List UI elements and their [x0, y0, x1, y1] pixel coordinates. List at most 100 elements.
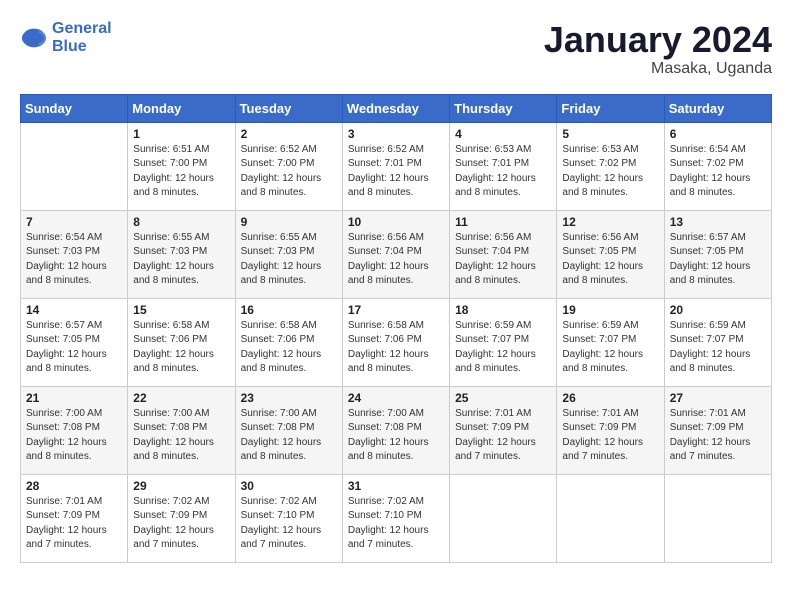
calendar-cell: 25 Sunrise: 7:01 AMSunset: 7:09 PMDayligh… [450, 386, 557, 474]
cell-info: Sunrise: 6:56 AMSunset: 7:05 PMDaylight:… [562, 232, 643, 287]
day-number: 31 [348, 479, 444, 493]
cell-info: Sunrise: 7:01 AMSunset: 7:09 PMDaylight:… [455, 408, 536, 463]
calendar-table: SundayMondayTuesdayWednesdayThursdayFrid… [20, 94, 772, 563]
title-block: January 2024 Masaka, Uganda [544, 20, 772, 78]
day-number: 2 [241, 127, 337, 141]
calendar-cell: 16Sunrise: 6:58 AMSunset: 7:06 PMDayligh… [235, 298, 342, 386]
calendar-cell: 24Sunrise: 7:00 AMSunset: 7:08 PMDayligh… [342, 386, 449, 474]
calendar-cell: 9 Sunrise: 6:55 AMSunset: 7:03 PMDaylight… [235, 210, 342, 298]
day-number: 12 [562, 215, 658, 229]
weekday-header: Tuesday [235, 94, 342, 122]
day-number: 7 [26, 215, 122, 229]
calendar-cell: 13Sunrise: 6:57 AMSunset: 7:05 PMDayligh… [664, 210, 771, 298]
calendar-cell: 14 Sunrise: 6:57 AMSunset: 7:05 PMDayligh… [21, 298, 128, 386]
day-number: 19 [562, 303, 658, 317]
calendar-cell: 4 Sunrise: 6:53 AMSunset: 7:01 PMDaylight… [450, 122, 557, 210]
calendar-cell: 30 Sunrise: 7:02 AMSunset: 7:10 PMDayligh… [235, 474, 342, 562]
calendar-cell: 29 Sunrise: 7:02 AMSunset: 7:09 PMDayligh… [128, 474, 235, 562]
weekday-header: Friday [557, 94, 664, 122]
calendar-cell: 12 Sunrise: 6:56 AMSunset: 7:05 PMDayligh… [557, 210, 664, 298]
calendar-cell: 19 Sunrise: 6:59 AMSunset: 7:07 PMDayligh… [557, 298, 664, 386]
calendar-cell: 8 Sunrise: 6:55 AMSunset: 7:03 PMDaylight… [128, 210, 235, 298]
calendar-cell [664, 474, 771, 562]
cell-info: Sunrise: 6:52 AMSunset: 7:01 PMDaylight:… [348, 144, 429, 199]
cell-info: Sunrise: 6:57 AMSunset: 7:05 PMDaylight:… [670, 232, 751, 287]
location: Masaka, Uganda [544, 60, 772, 78]
day-number: 6 [670, 127, 766, 141]
calendar-week-row: 7 Sunrise: 6:54 AMSunset: 7:03 PMDaylight… [21, 210, 772, 298]
day-number: 25 [455, 391, 551, 405]
logo: General Blue [20, 20, 112, 55]
day-number: 22 [133, 391, 229, 405]
cell-info: Sunrise: 6:58 AMSunset: 7:06 PMDaylight:… [241, 320, 322, 375]
day-number: 1 [133, 127, 229, 141]
cell-info: Sunrise: 7:02 AMSunset: 7:09 PMDaylight:… [133, 496, 214, 551]
cell-info: Sunrise: 7:01 AMSunset: 7:09 PMDaylight:… [26, 496, 107, 551]
cell-info: Sunrise: 6:54 AMSunset: 7:03 PMDaylight:… [26, 232, 107, 287]
calendar-cell: 17Sunrise: 6:58 AMSunset: 7:06 PMDayligh… [342, 298, 449, 386]
calendar-cell: 1Sunrise: 6:51 AMSunset: 7:00 PMDaylight… [128, 122, 235, 210]
day-number: 9 [241, 215, 337, 229]
month-title: January 2024 [544, 20, 772, 60]
day-number: 28 [26, 479, 122, 493]
day-number: 23 [241, 391, 337, 405]
cell-info: Sunrise: 7:02 AMSunset: 7:10 PMDaylight:… [348, 496, 429, 551]
calendar-body: 1Sunrise: 6:51 AMSunset: 7:00 PMDaylight… [21, 122, 772, 562]
day-number: 11 [455, 215, 551, 229]
day-number: 29 [133, 479, 229, 493]
day-number: 27 [670, 391, 766, 405]
cell-info: Sunrise: 6:59 AMSunset: 7:07 PMDaylight:… [562, 320, 643, 375]
cell-info: Sunrise: 6:53 AMSunset: 7:01 PMDaylight:… [455, 144, 536, 199]
day-number: 3 [348, 127, 444, 141]
calendar-cell: 26 Sunrise: 7:01 AMSunset: 7:09 PMDayligh… [557, 386, 664, 474]
calendar-cell: 7 Sunrise: 6:54 AMSunset: 7:03 PMDaylight… [21, 210, 128, 298]
calendar-cell [557, 474, 664, 562]
day-number: 5 [562, 127, 658, 141]
weekday-header: Wednesday [342, 94, 449, 122]
calendar-cell: 31 Sunrise: 7:02 AMSunset: 7:10 PMDayligh… [342, 474, 449, 562]
day-number: 21 [26, 391, 122, 405]
calendar-cell: 28 Sunrise: 7:01 AMSunset: 7:09 PMDayligh… [21, 474, 128, 562]
day-number: 4 [455, 127, 551, 141]
calendar-week-row: 1Sunrise: 6:51 AMSunset: 7:00 PMDaylight… [21, 122, 772, 210]
cell-info: Sunrise: 6:59 AMSunset: 7:07 PMDaylight:… [455, 320, 536, 375]
logo-icon [20, 24, 48, 52]
calendar-cell: 3 Sunrise: 6:52 AMSunset: 7:01 PMDaylight… [342, 122, 449, 210]
calendar-cell: 18 Sunrise: 6:59 AMSunset: 7:07 PMDayligh… [450, 298, 557, 386]
cell-info: Sunrise: 6:56 AMSunset: 7:04 PMDaylight:… [455, 232, 536, 287]
page-header: General Blue January 2024 Masaka, Uganda [20, 20, 772, 78]
day-number: 14 [26, 303, 122, 317]
cell-info: Sunrise: 6:52 AMSunset: 7:00 PMDaylight:… [241, 144, 322, 199]
weekday-header: Sunday [21, 94, 128, 122]
cell-info: Sunrise: 6:55 AMSunset: 7:03 PMDaylight:… [241, 232, 322, 287]
calendar-cell: 6 Sunrise: 6:54 AMSunset: 7:02 PMDaylight… [664, 122, 771, 210]
day-number: 30 [241, 479, 337, 493]
cell-info: Sunrise: 7:00 AMSunset: 7:08 PMDaylight:… [241, 408, 322, 463]
cell-info: Sunrise: 6:56 AMSunset: 7:04 PMDaylight:… [348, 232, 429, 287]
day-number: 8 [133, 215, 229, 229]
day-number: 15 [133, 303, 229, 317]
cell-info: Sunrise: 6:57 AMSunset: 7:05 PMDaylight:… [26, 320, 107, 375]
cell-info: Sunrise: 7:01 AMSunset: 7:09 PMDaylight:… [670, 408, 751, 463]
cell-info: Sunrise: 6:55 AMSunset: 7:03 PMDaylight:… [133, 232, 214, 287]
cell-info: Sunrise: 6:58 AMSunset: 7:06 PMDaylight:… [133, 320, 214, 375]
calendar-cell: 20Sunrise: 6:59 AMSunset: 7:07 PMDayligh… [664, 298, 771, 386]
calendar-cell [450, 474, 557, 562]
calendar-cell: 10 Sunrise: 6:56 AMSunset: 7:04 PMDayligh… [342, 210, 449, 298]
weekday-header: Monday [128, 94, 235, 122]
cell-info: Sunrise: 6:54 AMSunset: 7:02 PMDaylight:… [670, 144, 751, 199]
day-number: 20 [670, 303, 766, 317]
day-number: 17 [348, 303, 444, 317]
day-number: 26 [562, 391, 658, 405]
day-number: 18 [455, 303, 551, 317]
day-number: 10 [348, 215, 444, 229]
cell-info: Sunrise: 7:01 AMSunset: 7:09 PMDaylight:… [562, 408, 643, 463]
calendar-cell: 11 Sunrise: 6:56 AMSunset: 7:04 PMDayligh… [450, 210, 557, 298]
calendar-week-row: 14 Sunrise: 6:57 AMSunset: 7:05 PMDayligh… [21, 298, 772, 386]
day-number: 24 [348, 391, 444, 405]
calendar-cell: 27 Sunrise: 7:01 AMSunset: 7:09 PMDayligh… [664, 386, 771, 474]
calendar-week-row: 28 Sunrise: 7:01 AMSunset: 7:09 PMDayligh… [21, 474, 772, 562]
calendar-cell: 15 Sunrise: 6:58 AMSunset: 7:06 PMDayligh… [128, 298, 235, 386]
cell-info: Sunrise: 7:02 AMSunset: 7:10 PMDaylight:… [241, 496, 322, 551]
cell-info: Sunrise: 7:00 AMSunset: 7:08 PMDaylight:… [26, 408, 107, 463]
